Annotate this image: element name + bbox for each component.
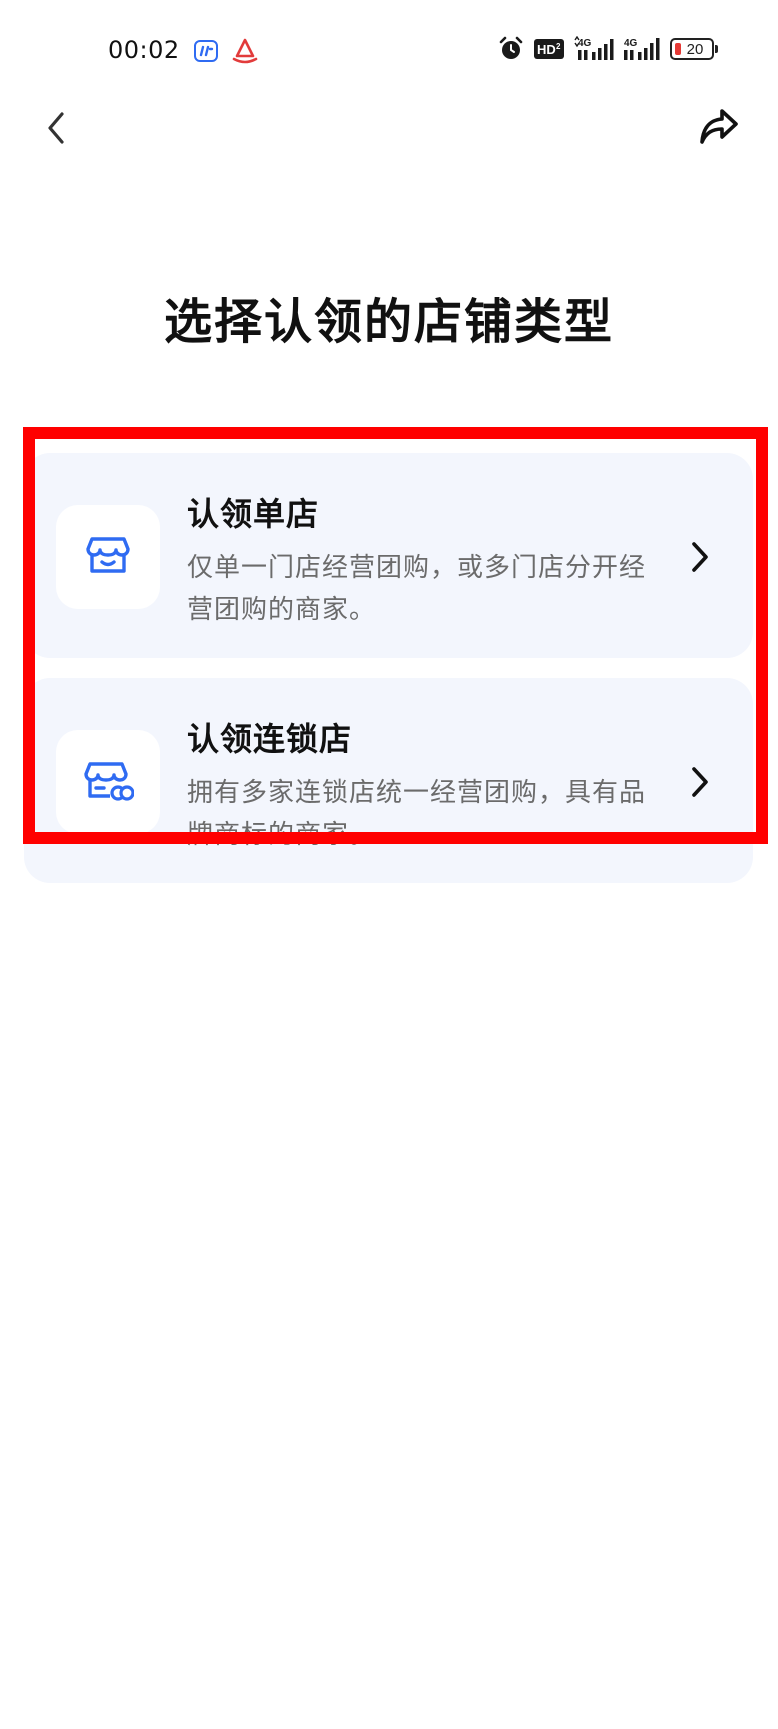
chevron-right-icon <box>687 764 713 800</box>
option-description: 拥有多家连锁店统一经营团购，具有品牌商标的商家。 <box>187 778 647 850</box>
battery-icon: 20 <box>670 38 718 60</box>
battery-level: 20 <box>686 40 704 58</box>
share-icon <box>698 107 740 151</box>
option-description: 仅单一门店经营团购，或多门店分开经营团购的商家。 <box>187 553 647 625</box>
option-title: 认领连锁店 <box>187 720 353 758</box>
store-icon <box>84 531 132 583</box>
share-button[interactable] <box>694 104 744 154</box>
signal-icon: 4G <box>574 36 614 62</box>
status-bar: 00:02 HD 2 4G 4G 20 <box>0 0 778 100</box>
chain-store-icon <box>82 756 135 808</box>
svg-text:HD: HD <box>537 42 556 57</box>
status-time: 00:02 <box>108 36 180 64</box>
page-title: 选择认领的店铺类型 <box>163 294 614 350</box>
chevron-left-icon <box>44 110 68 150</box>
svg-text:2: 2 <box>556 42 561 51</box>
card-icon-container <box>56 505 160 609</box>
alarm-icon <box>498 36 524 62</box>
chevron-right-icon <box>687 539 713 575</box>
option-title: 认领单店 <box>187 495 320 533</box>
svg-text:4G: 4G <box>624 38 638 49</box>
signal-icon: 4G <box>624 36 660 62</box>
claim-chain-store-option[interactable]: 认领连锁店 拥有多家连锁店统一经营团购，具有品牌商标的商家。 <box>24 678 753 883</box>
claim-single-store-option[interactable]: 认领单店 仅单一门店经营团购，或多门店分开经营团购的商家。 <box>24 453 753 658</box>
app-icon-blue <box>194 40 218 62</box>
card-icon-container <box>56 730 160 834</box>
back-button[interactable] <box>36 108 76 152</box>
system-icons: HD 2 4G 4G 20 <box>498 36 718 62</box>
hd-voice-icon: HD 2 <box>534 38 564 60</box>
app-icon-red-boat <box>230 38 260 66</box>
svg-text:4G: 4G <box>578 38 592 49</box>
